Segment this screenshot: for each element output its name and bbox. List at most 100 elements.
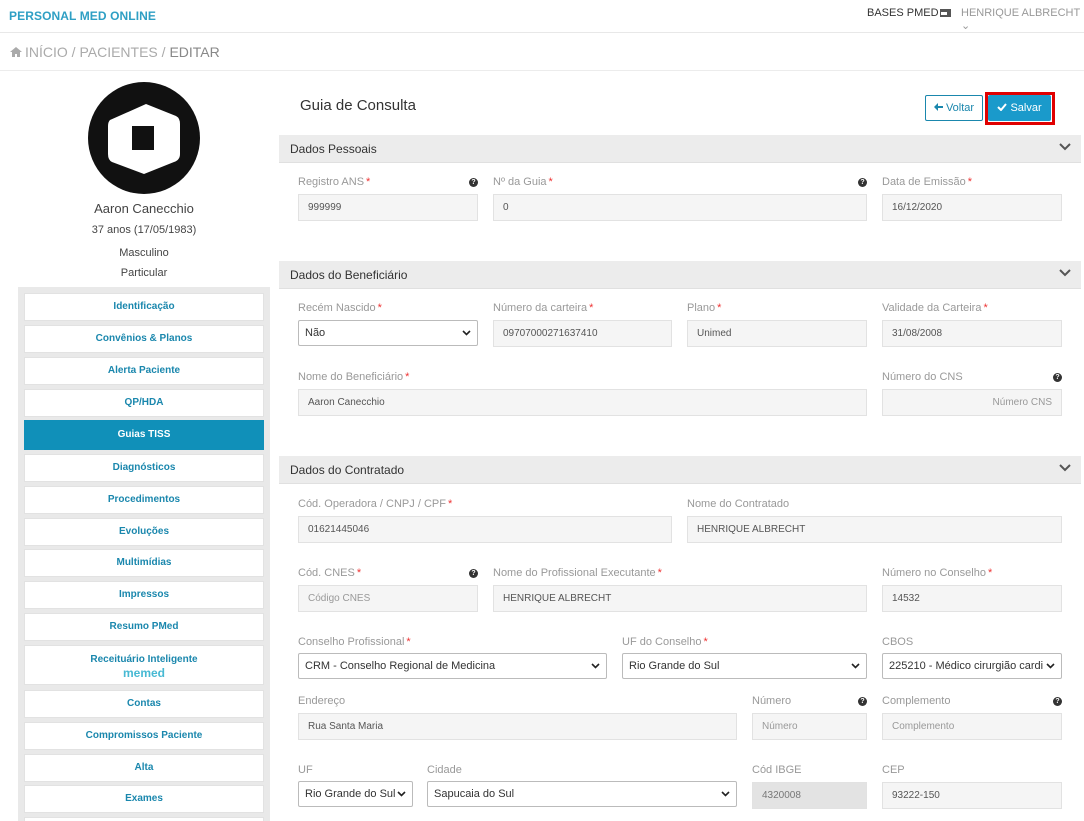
cep-field[interactable]: 93222-150	[882, 782, 1062, 809]
nav-item-evolucoes[interactable]: Evoluções	[24, 518, 264, 546]
endereco-field[interactable]: Rua Santa Maria	[298, 713, 737, 740]
home-icon	[10, 47, 22, 57]
patient-name: Aaron Canecchio	[94, 201, 194, 216]
nav-item-alerta[interactable]: Alerta Paciente	[24, 357, 264, 385]
uf-label: UF	[298, 764, 313, 776]
breadcrumb-pacientes[interactable]: PACIENTES	[79, 44, 157, 60]
cbos-select[interactable]: 225210 - Médico cirurgião cardi	[882, 653, 1062, 679]
uf-conselho-select[interactable]: Rio Grande do Sul	[622, 653, 867, 679]
patient-sex: Masculino	[119, 247, 169, 259]
nav-item-identificacao[interactable]: Identificação	[24, 293, 264, 321]
nav-item-procedimentos[interactable]: Procedimentos	[24, 486, 264, 514]
nome-contratado-label: Nome do Contratado	[687, 498, 790, 510]
num-conselho-field[interactable]: 14532	[882, 585, 1062, 612]
chevron-down-icon	[591, 663, 600, 669]
cbos-label: CBOS	[882, 636, 914, 648]
nav-item-contas[interactable]: Contas	[24, 690, 264, 718]
numero-label: Número	[752, 695, 792, 707]
nav-item-convenios[interactable]: Convênios & Planos	[24, 325, 264, 353]
num-carteira-label: Número da carteira *	[493, 302, 594, 314]
nav-item-guias-tiss[interactable]: Guias TISS	[24, 420, 264, 450]
nav-item-resumo-pmed[interactable]: Resumo PMed	[24, 613, 264, 641]
recem-nascido-select[interactable]: Não	[298, 320, 478, 346]
bases-link[interactable]: BASES PMED	[867, 7, 939, 19]
flag-icon[interactable]	[940, 9, 951, 17]
plano-label: Plano *	[687, 302, 722, 314]
num-cns-field[interactable]: Número CNS	[882, 389, 1062, 416]
back-button[interactable]: Voltar	[925, 95, 983, 121]
breadcrumb-home[interactable]: INÍCIO	[25, 44, 68, 60]
numero-field[interactable]: Número	[752, 713, 867, 740]
check-icon	[997, 103, 1008, 112]
cod-ibge-field: 4320008	[752, 782, 867, 809]
validade-field[interactable]: 31/08/2008	[882, 320, 1062, 347]
nome-profissional-field[interactable]: HENRIQUE ALBRECHT	[493, 585, 867, 612]
user-menu[interactable]: HENRIQUE ALBRECHT ⌄	[961, 7, 1084, 32]
cod-cnes-field[interactable]: Código CNES	[298, 585, 478, 612]
nav-item-compromissos[interactable]: Compromissos Paciente	[24, 722, 264, 750]
help-icon[interactable]: ?	[469, 569, 478, 578]
help-icon[interactable]: ?	[1053, 697, 1062, 706]
section-title: Dados do Contratado	[290, 463, 405, 477]
section-dados-pessoais[interactable]: Dados Pessoais	[279, 135, 1081, 163]
patient-avatar	[88, 82, 200, 194]
complemento-label: Complemento	[882, 695, 951, 707]
nav-item-alta[interactable]: Alta	[24, 754, 264, 782]
nav-item-impressos[interactable]: Impressos	[24, 581, 264, 609]
cep-label: CEP	[882, 764, 905, 776]
uf-select[interactable]: Rio Grande do Sul	[298, 781, 413, 807]
nav-item-multimidias[interactable]: Multimídias	[24, 549, 264, 577]
plano-field[interactable]: Unimed	[687, 320, 867, 347]
registro-ans-field[interactable]: 999999	[298, 194, 478, 221]
validade-label: Validade da Carteira *	[882, 302, 988, 314]
help-icon[interactable]: ?	[858, 178, 867, 187]
chevron-down-icon	[721, 791, 730, 797]
nome-contratado-field[interactable]: HENRIQUE ALBRECHT	[687, 516, 1062, 543]
nav-item-qp-hda[interactable]: QP/HDA	[24, 389, 264, 417]
cod-operadora-field[interactable]: 01621445046	[298, 516, 672, 543]
patient-nav: Identificação Convênios & Planos Alerta …	[18, 287, 270, 821]
breadcrumb-editar: EDITAR	[169, 44, 220, 60]
num-guia-label: Nº da Guia *	[493, 176, 553, 188]
num-guia-field[interactable]: 0	[493, 194, 867, 221]
breadcrumb-separator: /	[71, 44, 76, 60]
page-title: Guia de Consulta	[300, 97, 416, 114]
logo-icon	[108, 104, 180, 174]
data-emissao-field[interactable]: 16/12/2020	[882, 194, 1062, 221]
nav-item-more[interactable]	[24, 817, 264, 821]
patient-type: Particular	[120, 267, 168, 279]
chevron-down-icon[interactable]	[1059, 143, 1071, 151]
chevron-down-icon[interactable]	[1059, 269, 1071, 277]
chevron-down-icon[interactable]	[1059, 464, 1071, 472]
chevron-down-icon	[1046, 663, 1055, 669]
nome-beneficiario-field[interactable]: Aaron Canecchio	[298, 389, 867, 416]
nome-profissional-label: Nome do Profissional Executante *	[493, 567, 662, 579]
cidade-select[interactable]: Sapucaia do Sul	[427, 781, 737, 807]
chevron-down-icon	[851, 663, 860, 669]
nav-item-diagnosticos[interactable]: Diagnósticos	[24, 454, 264, 482]
conselho-select[interactable]: CRM - Conselho Regional de Medicina	[298, 653, 607, 679]
cidade-label: Cidade	[427, 764, 462, 776]
nome-beneficiario-label: Nome do Beneficiário *	[298, 371, 410, 383]
section-dados-beneficiario[interactable]: Dados do Beneficiário	[279, 261, 1081, 289]
help-icon[interactable]: ?	[469, 178, 478, 187]
chevron-down-icon	[462, 330, 471, 336]
nav-item-exames[interactable]: Exames	[24, 785, 264, 813]
num-conselho-label: Número no Conselho *	[882, 567, 993, 579]
cod-cnes-label: Cód. CNES *	[298, 567, 362, 579]
num-carteira-field[interactable]: 09707000271637410	[493, 320, 672, 347]
num-cns-label: Número do CNS	[882, 371, 963, 383]
cod-ibge-label: Cód IBGE	[752, 764, 802, 776]
nav-item-receituario[interactable]: Receituário Inteligente memed	[24, 645, 264, 685]
uf-conselho-label: UF do Conselho *	[622, 636, 708, 648]
breadcrumb-separator: /	[161, 44, 166, 60]
top-bar: PERSONAL MED ONLINE BASES PMED HENRIQUE …	[0, 0, 1084, 33]
help-icon[interactable]: ?	[1053, 373, 1062, 382]
help-icon[interactable]: ?	[858, 697, 867, 706]
chevron-down-icon	[397, 791, 406, 797]
memed-logo: memed	[122, 666, 166, 680]
save-button[interactable]: Salvar	[988, 95, 1051, 121]
section-dados-contratado[interactable]: Dados do Contratado	[279, 456, 1081, 484]
complemento-field[interactable]: Complemento	[882, 713, 1062, 740]
brand-logo[interactable]: PERSONAL MED ONLINE	[9, 9, 156, 23]
